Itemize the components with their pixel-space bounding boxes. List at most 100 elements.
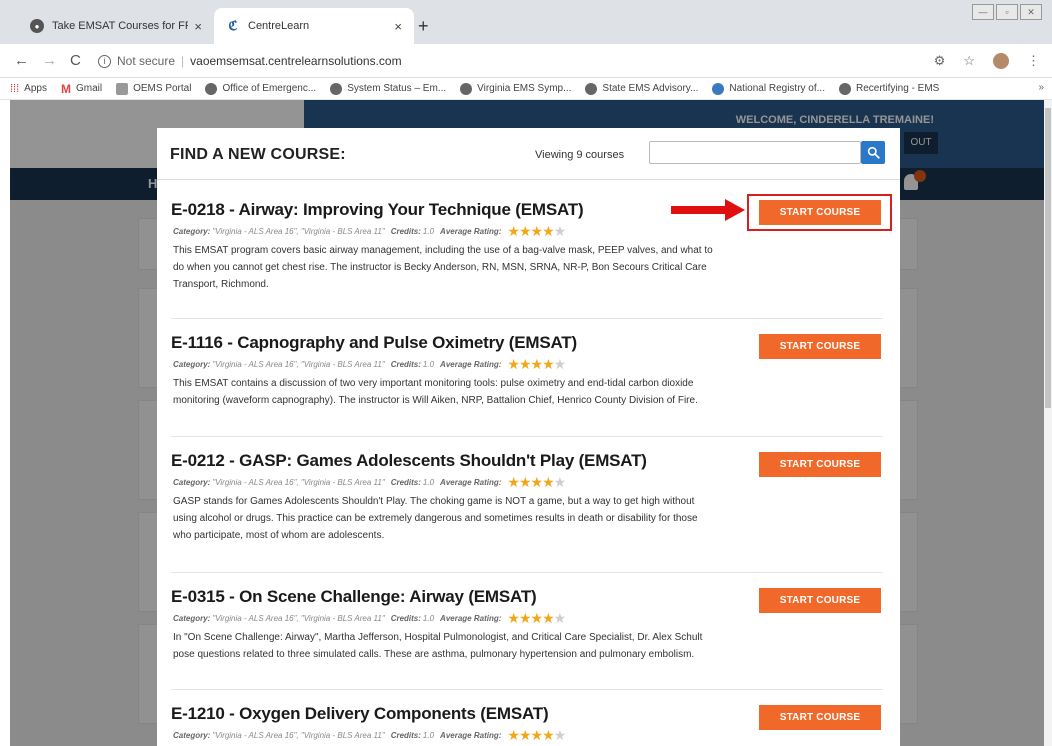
page-scrollbar[interactable] (1044, 100, 1052, 746)
rating-label: Average Rating: (440, 731, 502, 740)
category-label: Category: (173, 478, 211, 487)
credits-value: 1.0 (422, 614, 435, 623)
course-meta: Category: "Virginia - ALS Area 16", "Virg… (173, 610, 567, 627)
course-title[interactable]: E-0212 - GASP: Games Adolescents Shouldn… (171, 451, 647, 471)
course-meta: Category: "Virginia - ALS Area 16", "Virg… (173, 727, 567, 744)
bookmark-apps[interactable]: ⁞⁞⁞ Apps (10, 83, 47, 95)
category-label: Category: (173, 731, 211, 740)
rating-label: Average Rating: (440, 478, 502, 487)
bookmark-label: Apps (24, 83, 47, 94)
forward-button[interactable]: → (42, 52, 57, 69)
bookmark-label: System Status – Em... (347, 83, 447, 94)
course-title[interactable]: E-1116 - Capnography and Pulse Oximetry … (171, 333, 577, 353)
course-search-input[interactable] (649, 141, 861, 164)
rating-stars: ★★★★★ (507, 474, 567, 491)
toolbar-icons: ⚙ ☆ ⋮ (934, 53, 1040, 69)
star-icon: ★ (542, 474, 555, 490)
credits-value: 1.0 (422, 731, 435, 740)
globe-icon (205, 82, 218, 95)
scrollbar-thumb[interactable] (1045, 108, 1051, 408)
credits-label: Credits: (390, 614, 421, 623)
security-label: Not secure (117, 54, 176, 68)
search-button[interactable] (861, 141, 885, 164)
start-course-button[interactable]: START COURSE (759, 452, 881, 477)
highlight-box (747, 194, 892, 231)
bookmark-label: Gmail (75, 83, 103, 94)
star-icon: ★ (553, 223, 567, 239)
globe-icon (460, 82, 473, 95)
tab-emsat[interactable]: ● Take EMSAT Courses for FREE on × (18, 8, 214, 44)
close-icon[interactable]: × (394, 19, 402, 34)
course-meta: Category: "Virginia - ALS Area 16", "Virg… (173, 223, 567, 240)
credits-value: 1.0 (422, 227, 435, 236)
browser-tab-bar: ● Take EMSAT Courses for FREE on × ℭ Cen… (0, 0, 1052, 44)
star-icon: ★ (530, 356, 544, 372)
bookmark-label: State EMS Advisory... (602, 83, 699, 94)
course-count: Viewing 9 courses (535, 149, 625, 161)
bookmark-system-status[interactable]: System Status – Em... (330, 82, 447, 95)
page-icon (116, 82, 129, 95)
maximize-icon[interactable]: ▫ (996, 4, 1018, 20)
credits-value: 1.0 (422, 360, 435, 369)
star-icon[interactable]: ☆ (963, 53, 975, 69)
start-course-button[interactable]: START COURSE (759, 588, 881, 613)
star-icon: ★ (518, 610, 532, 626)
course-title[interactable]: E-1210 - Oxygen Delivery Components (EMS… (171, 704, 549, 724)
close-window-icon[interactable]: ✕ (1020, 4, 1042, 20)
close-icon[interactable]: × (194, 19, 202, 34)
star-icon: ★ (542, 356, 555, 372)
centrelearn-icon: ℭ (228, 18, 238, 33)
star-icon: ★ (530, 727, 544, 743)
bookmark-oems-portal[interactable]: OEMS Portal (116, 82, 191, 95)
category-value: "Virginia - ALS Area 16", "Virginia - BL… (212, 478, 385, 487)
pointer-arrow-icon (671, 199, 745, 221)
category-label: Category: (173, 227, 211, 236)
bookmark-office[interactable]: Office of Emergenc... (205, 82, 316, 95)
translate-icon[interactable]: ⚙ (934, 53, 946, 69)
credits-value: 1.0 (422, 478, 435, 487)
registry-icon (712, 82, 725, 95)
menu-icon[interactable]: ⋮ (1027, 53, 1040, 69)
star-icon: ★ (507, 474, 520, 490)
course-description: In "On Scene Challenge: Airway", Martha … (173, 632, 703, 660)
category-label: Category: (173, 614, 211, 623)
tab-centrelearn[interactable]: ℭ CentreLearn × (214, 8, 414, 44)
bookmark-virginia-ems[interactable]: Virginia EMS Symp... (460, 82, 571, 95)
star-icon: ★ (553, 474, 567, 490)
star-icon: ★ (507, 223, 520, 239)
new-tab-button[interactable]: + (418, 16, 429, 37)
star-icon: ★ (530, 223, 544, 239)
modal-header: FIND A NEW COURSE: Viewing 9 courses (157, 128, 900, 180)
course-title[interactable]: E-0315 - On Scene Challenge: Airway (EMS… (171, 587, 537, 607)
reload-button[interactable]: C (70, 52, 81, 69)
tab-title: Take EMSAT Courses for FREE on (52, 20, 188, 32)
course-title[interactable]: E-0218 - Airway: Improving Your Techniqu… (171, 200, 584, 220)
back-button[interactable]: ← (14, 52, 29, 69)
bookmark-gmail[interactable]: M Gmail (61, 83, 102, 95)
info-icon[interactable]: i (98, 54, 111, 68)
window-controls: — ▫ ✕ (972, 4, 1042, 20)
bookmark-recertifying[interactable]: Recertifying - EMS (839, 82, 939, 95)
star-icon: ★ (542, 610, 555, 626)
profile-avatar[interactable] (993, 53, 1009, 69)
course-divider (171, 436, 883, 437)
course-divider (171, 572, 883, 573)
credits-label: Credits: (390, 360, 421, 369)
address-bar[interactable]: i Not secure | vaoemsemsat.centrelearnso… (98, 49, 958, 73)
bookmark-national-registry[interactable]: National Registry of... (712, 82, 825, 95)
course-divider (171, 318, 883, 319)
course-description: This EMSAT program covers basic airway m… (173, 245, 713, 290)
star-icon: ★ (553, 727, 567, 743)
course-description: This EMSAT contains a discussion of two … (173, 378, 698, 406)
bookmark-label: National Registry of... (729, 83, 825, 94)
star-icon: ★ (553, 610, 567, 626)
category-label: Category: (173, 360, 211, 369)
start-course-button[interactable]: START COURSE (759, 334, 881, 359)
minimize-icon[interactable]: — (972, 4, 994, 20)
star-icon: ★ (530, 610, 544, 626)
star-icon: ★ (553, 356, 567, 372)
more-bookmarks-icon[interactable]: » (1038, 82, 1044, 93)
start-course-button[interactable]: START COURSE (759, 705, 881, 730)
bookmark-state-ems[interactable]: State EMS Advisory... (585, 82, 699, 95)
rating-stars: ★★★★★ (507, 727, 567, 744)
